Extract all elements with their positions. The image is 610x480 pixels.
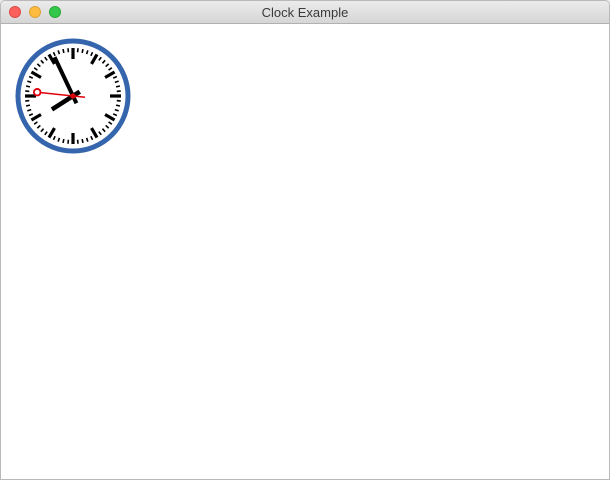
title-bar[interactable]: Clock Example bbox=[1, 1, 609, 24]
second-hand-tip bbox=[32, 88, 42, 97]
minute-tick bbox=[25, 104, 31, 107]
minute-tick bbox=[62, 48, 65, 54]
minute-tick bbox=[115, 104, 121, 107]
minute-tick bbox=[115, 85, 121, 88]
content-area bbox=[1, 24, 609, 479]
minute-tick bbox=[62, 138, 65, 144]
app-window: Clock Example bbox=[0, 0, 610, 480]
analog-clock bbox=[15, 38, 131, 154]
window-title: Clock Example bbox=[261, 5, 349, 20]
clock-center bbox=[70, 93, 76, 99]
minute-tick bbox=[81, 138, 84, 144]
minute-tick bbox=[81, 48, 84, 54]
minute-tick bbox=[25, 85, 31, 88]
